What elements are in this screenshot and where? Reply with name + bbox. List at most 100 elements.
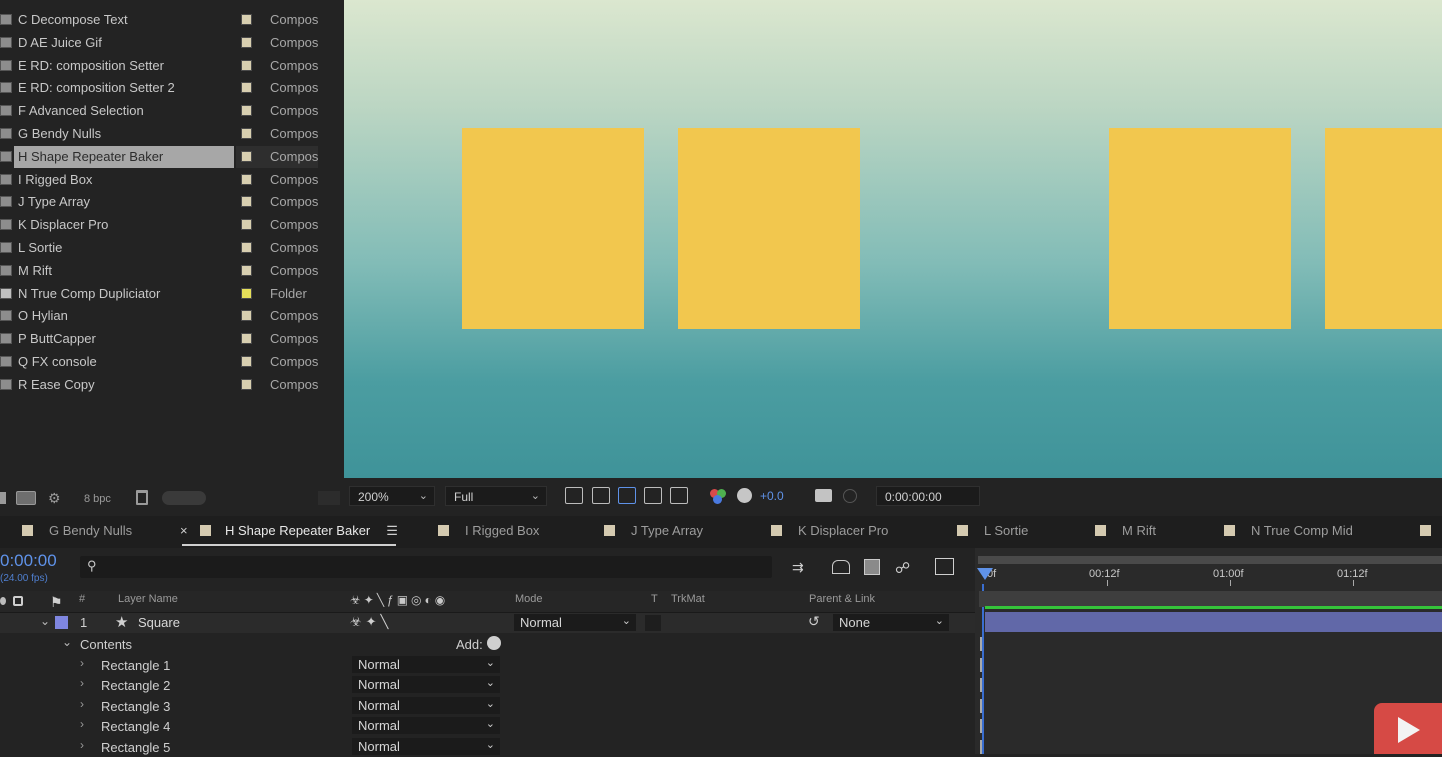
project-item[interactable]: N True Comp Dupliciator Folder: [0, 283, 340, 305]
mask-visibility-icon[interactable]: [618, 487, 636, 504]
project-item[interactable]: G Bendy Nulls Compos: [0, 123, 340, 145]
rectangle-name[interactable]: Rectangle 1: [101, 658, 170, 673]
expand-chevron-right-icon[interactable]: ›: [80, 697, 84, 711]
label-color-swatch[interactable]: [241, 14, 252, 25]
label-color-swatch[interactable]: [241, 219, 252, 231]
project-item[interactable]: M Rift Compos: [0, 260, 340, 282]
rectangle-row[interactable]: › Rectangle 4 Normal ⌄: [0, 716, 975, 736]
rectangle-name[interactable]: Rectangle 5: [101, 740, 170, 755]
composition-viewer[interactable]: [344, 0, 1442, 478]
keyframe-tick-marker[interactable]: [980, 658, 986, 672]
label-color-swatch[interactable]: [241, 242, 252, 253]
hide-shy-layers-icon[interactable]: [864, 559, 880, 575]
project-item[interactable]: E RD: composition Setter 2 Compos: [0, 77, 340, 99]
layer-label-color[interactable]: [55, 616, 68, 629]
draft-3d-icon[interactable]: [832, 560, 850, 574]
reset-exposure-icon[interactable]: [737, 488, 752, 503]
layer-duration-bar[interactable]: [985, 612, 1442, 632]
keyframe-tick-marker[interactable]: [980, 739, 986, 754]
interpret-footage-icon[interactable]: [0, 492, 6, 504]
label-color-swatch[interactable]: [241, 378, 252, 390]
label-color-swatch[interactable]: [241, 82, 252, 94]
keyframe-tick-marker[interactable]: [980, 698, 986, 713]
work-area-bar[interactable]: [978, 556, 1442, 564]
tab-g-bendy-nulls[interactable]: G Bendy Nulls: [22, 523, 132, 538]
tab-n-true-comp-mid[interactable]: N True Comp Mid: [1224, 523, 1353, 538]
lock-icon[interactable]: [13, 596, 23, 606]
rectangle-mode-select[interactable]: Normal ⌄: [352, 676, 500, 694]
parent-select[interactable]: None ⌄: [833, 614, 949, 631]
rectangle-name[interactable]: Rectangle 2: [101, 678, 170, 693]
tab-j-type-array[interactable]: J Type Array: [604, 523, 703, 538]
layer-search-input[interactable]: ⚲: [80, 556, 772, 578]
label-color-swatch[interactable]: [241, 310, 252, 322]
project-scrollbar[interactable]: [162, 491, 206, 505]
trkmat-empty-box[interactable]: [645, 615, 661, 631]
comp-mini-flowchart-icon[interactable]: ⇉: [792, 559, 810, 575]
expand-chevron-down-icon[interactable]: ⌄: [62, 635, 72, 649]
transparency-grid-icon[interactable]: [592, 487, 610, 504]
keyframe-tick-marker[interactable]: [980, 637, 986, 651]
parent-pick-whip-icon[interactable]: ↺: [808, 613, 820, 630]
tab-close-button[interactable]: ×: [180, 523, 188, 538]
rectangle-name[interactable]: Rectangle 3: [101, 699, 170, 714]
region-of-interest-icon[interactable]: [644, 487, 662, 504]
tab-m-rift[interactable]: M Rift: [1095, 523, 1156, 538]
tab-l-sortie[interactable]: L Sortie: [957, 523, 1028, 538]
video-play-overlay[interactable]: [1374, 703, 1442, 754]
rectangle-mode-select[interactable]: Normal ⌄: [352, 696, 500, 714]
playhead-marker[interactable]: [977, 568, 993, 580]
layer-switches-icons[interactable]: ☣✦╲: [350, 614, 392, 630]
label-color-swatch[interactable]: [241, 287, 252, 299]
zoom-select[interactable]: 200% ⌄: [349, 486, 435, 506]
eye-column-icon[interactable]: [0, 597, 6, 605]
layer-name[interactable]: Square: [138, 615, 180, 630]
tab-h-shape-repeater-baker[interactable]: H Shape Repeater Baker ☰: [200, 523, 398, 539]
show-snapshot-icon[interactable]: [843, 489, 857, 503]
rectangle-row[interactable]: › Rectangle 1 Normal ⌄: [0, 655, 975, 675]
label-color-swatch[interactable]: [241, 173, 252, 185]
label-tag-icon[interactable]: ⚑: [50, 594, 63, 611]
expand-chevron-right-icon[interactable]: ›: [80, 656, 84, 670]
resolution-select[interactable]: Full ⌄: [445, 486, 547, 506]
project-item[interactable]: D AE Juice Gif Compos: [0, 32, 340, 54]
add-play-icon[interactable]: [487, 636, 501, 650]
time-ruler[interactable]: 0f 00:12f 01:00f 01:12f: [975, 556, 1442, 586]
graph-editor-icon[interactable]: [935, 558, 954, 575]
project-item[interactable]: O Hylian Compos: [0, 305, 340, 327]
project-item[interactable]: I Rigged Box Compos: [0, 169, 340, 191]
project-item[interactable]: R Ease Copy Compos: [0, 374, 340, 396]
label-color-swatch[interactable]: [241, 196, 252, 208]
rectangle-mode-select[interactable]: Normal ⌄: [352, 656, 500, 673]
keyframe-tick-marker[interactable]: [980, 719, 986, 734]
label-color-swatch[interactable]: [241, 105, 252, 117]
project-item[interactable]: P ButtCapper Compos: [0, 328, 340, 350]
grid-guides-icon[interactable]: [670, 487, 688, 504]
hamburger-menu-icon[interactable]: ☰: [386, 523, 398, 538]
project-item[interactable]: H Shape Repeater Baker Compos: [0, 145, 340, 168]
current-time-display[interactable]: 0:00:00:00: [876, 486, 980, 506]
expand-chevron-right-icon[interactable]: ›: [80, 676, 84, 690]
project-item[interactable]: F Advanced Selection Compos: [0, 100, 340, 122]
keyframe-tick-marker[interactable]: [980, 678, 986, 693]
tab-i-rigged-box[interactable]: I Rigged Box: [438, 523, 539, 538]
fast-preview-icon[interactable]: [565, 487, 583, 504]
label-color-swatch[interactable]: [241, 333, 252, 345]
label-color-swatch[interactable]: [241, 356, 252, 367]
project-item[interactable]: Q FX console Compos: [0, 351, 340, 373]
project-item[interactable]: E RD: composition Setter Compos: [0, 55, 340, 77]
project-item[interactable]: C Decompose Text Compos: [0, 9, 340, 31]
rectangle-mode-select[interactable]: Normal ⌄: [352, 717, 500, 735]
snapshot-camera-icon[interactable]: [815, 489, 832, 502]
new-folder-icon[interactable]: [16, 491, 36, 505]
exposure-value[interactable]: +0.0: [760, 489, 784, 503]
expand-chevron-right-icon[interactable]: ›: [80, 717, 84, 731]
label-color-swatch[interactable]: [241, 128, 252, 139]
layer-row-square[interactable]: ⌄ 1 ★ Square ☣✦╲ Normal ⌄ ↺ None ⌄: [0, 613, 975, 633]
project-item[interactable]: K Displacer Pro Compos: [0, 214, 340, 236]
label-color-swatch[interactable]: [241, 150, 252, 162]
tab-k-displacer-pro[interactable]: K Displacer Pro: [771, 523, 888, 538]
contents-row[interactable]: ⌄ Contents Add:: [0, 634, 975, 654]
channels-icon[interactable]: [710, 489, 726, 505]
rectangle-row[interactable]: › Rectangle 3 Normal ⌄: [0, 696, 975, 716]
